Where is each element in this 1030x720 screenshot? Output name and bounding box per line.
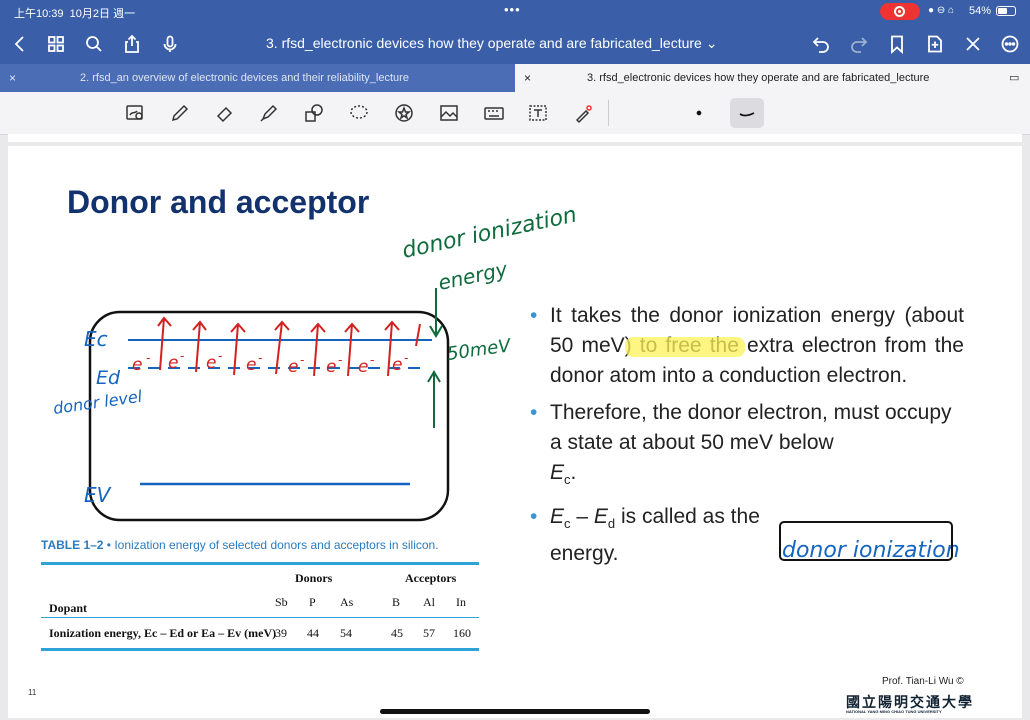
search-icon[interactable] [78,24,110,64]
close-tools-icon[interactable] [957,24,989,64]
back-icon[interactable] [4,24,36,64]
image-icon[interactable] [436,100,462,126]
table-cell: Sb [275,595,288,609]
pen-icon[interactable] [167,100,193,126]
eraser-icon[interactable] [212,100,238,126]
tab-label: 3. rfsd_electronic devices how they oper… [587,72,930,84]
battery-percent: 54% [969,5,992,17]
table-cell: 44 [307,626,319,640]
table-group-header: Donors [295,571,333,585]
table-cell: In [456,595,466,609]
bookmark-icon[interactable] [881,24,913,64]
university-name-en: NATIONAL YANG MING CHIAO TUNG UNIVERSITY [846,709,942,714]
bullet-item: • Ec – Ed is called as the energy. [530,505,760,566]
table-caption: TABLE 1–2 • Ionization energy of selecte… [41,538,439,552]
lasso-select-icon[interactable] [122,100,148,126]
ionization-energy-table: Donors Acceptors Dopant Sb P As B Al In … [41,562,479,651]
slide-page: Donor and acceptor • It takes the donor i… [8,146,1022,718]
tab-current-document[interactable]: × 3. rfsd_electronic devices how they op… [515,64,1030,92]
table-cell: B [392,595,401,609]
table-cell: 54 [340,626,352,640]
multitask-dots-icon[interactable]: ••• [504,2,521,17]
more-icon[interactable] [994,24,1026,64]
tab-bar: × 2. rfsd_an overview of electronic devi… [0,64,1030,92]
table-row-label: Ionization energy, Ec – Ed or Ea – Ev (m… [49,626,277,640]
text-box-icon[interactable] [525,100,551,126]
redo-icon[interactable] [843,24,875,64]
tab-previous-document[interactable]: × 2. rfsd_an overview of electronic devi… [0,64,515,92]
system-icons: ● ⊖ ⌂ [928,5,955,16]
status-time: 上午10:39 10月2日 週一 [14,8,136,20]
table-cell: P [309,595,316,609]
undo-icon[interactable] [805,24,837,64]
table-cell: As [340,595,354,609]
slide-author: Prof. Tian-Li Wu © [882,676,964,687]
screen-record-icon[interactable] [880,3,920,20]
document-title[interactable]: 3. rfsd_electronic devices how they oper… [266,35,717,52]
table-cell: 39 [275,626,287,640]
split-view-icon[interactable]: ▭ [1009,64,1019,92]
table-cell: 160 [453,626,471,640]
bullet-item: • It takes the donor ionization energy (a… [530,304,964,387]
table-cell: 57 [423,626,435,640]
nav-bar: 3. rfsd_electronic devices how they oper… [0,24,1030,64]
pen-stroke-style-icon[interactable] [730,98,764,128]
tab-label: 2. rfsd_an overview of electronic device… [80,72,409,84]
table-cell: 45 [391,626,403,640]
table-cell: Al [423,595,435,609]
status-bar: 上午10:39 10月2日 週一 ••• ● ⊖ ⌂ 54% [0,0,1030,24]
page-number: 11 [28,688,37,697]
battery-icon [996,6,1016,16]
toolbar-divider [608,100,609,126]
slide-title: Donor and acceptor [67,184,370,220]
previous-slide-edge [8,134,1022,142]
bullet-list: • It takes the donor ionization energy (a… [530,301,964,576]
lasso-icon[interactable] [346,100,372,126]
elements-icon[interactable] [391,100,417,126]
microphone-icon[interactable] [154,24,186,64]
bullet-item: • Therefore, the donor electron, must occ… [530,401,952,488]
add-page-icon[interactable] [919,24,951,64]
laser-pointer-icon[interactable] [570,100,596,126]
table-group-header: Acceptors [405,571,457,585]
highlighter-icon[interactable] [256,100,282,126]
pen-size-dot-icon[interactable] [686,100,712,126]
share-icon[interactable] [116,24,148,64]
shapes-icon[interactable] [301,100,327,126]
home-indicator[interactable] [380,709,650,714]
close-tab-icon[interactable]: × [9,64,16,92]
table-row-label: Dopant [49,601,88,615]
keyboard-icon[interactable] [481,100,507,126]
close-tab-icon[interactable]: × [524,64,531,92]
grid-icon[interactable] [40,24,72,64]
annotation-toolbar [0,92,1030,135]
